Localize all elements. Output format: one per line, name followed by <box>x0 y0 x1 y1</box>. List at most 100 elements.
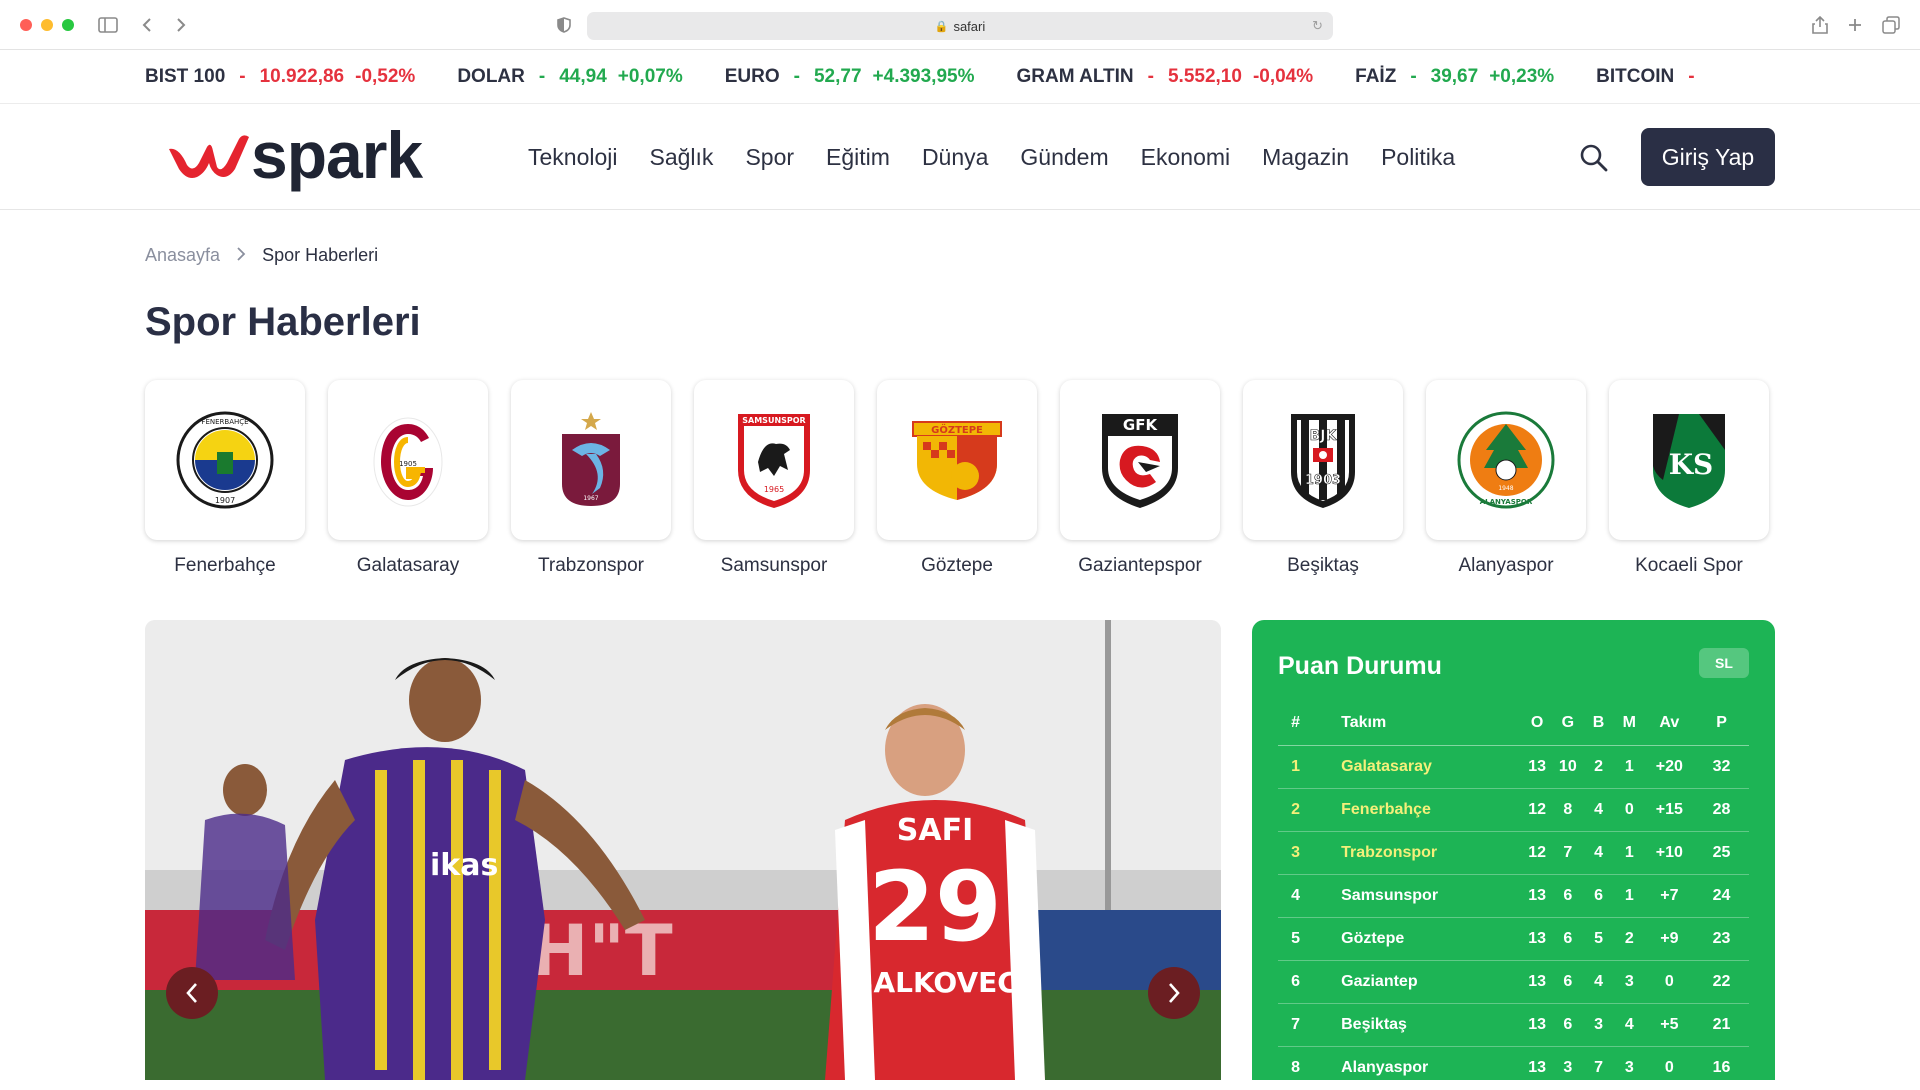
ticker-item[interactable]: BITCOIN - <box>1596 66 1719 88</box>
row-won: 6 <box>1552 960 1584 1004</box>
col-points: P <box>1694 702 1749 746</box>
svg-text:ALANYASPOR: ALANYASPOR <box>1480 498 1533 506</box>
table-row[interactable]: 7 Beşiktaş 13 6 3 4 +5 21 <box>1278 1003 1749 1047</box>
back-icon[interactable] <box>136 14 158 36</box>
kocaelispor-logo: KS <box>1609 380 1769 540</box>
search-button[interactable] <box>1578 142 1610 174</box>
trend-dash-icon: - <box>793 65 800 87</box>
row-average: +5 <box>1644 1003 1695 1047</box>
team-card-besiktas[interactable]: BJK 1903 Beşiktaş <box>1243 380 1403 577</box>
logo-text: spark <box>251 118 423 192</box>
hero-carousel[interactable]: ALİH"T ikas SAFI 29 BALKOVEC <box>145 620 1221 1080</box>
row-played: 13 <box>1521 874 1553 918</box>
svg-text:GÖZTEPE: GÖZTEPE <box>931 422 983 436</box>
standings-title: Puan Durumu <box>1278 652 1442 680</box>
nav-item-politika[interactable]: Politika <box>1381 144 1455 171</box>
row-team: Gaziantep <box>1313 960 1522 1004</box>
svg-text:1907: 1907 <box>215 496 235 505</box>
breadcrumb-home-link[interactable]: Anasayfa <box>145 245 220 266</box>
team-name: Beşiktaş <box>1287 555 1359 576</box>
samsunspor-logo: SAMSUNSPOR 1965 <box>694 380 854 540</box>
row-rank: 7 <box>1278 1003 1314 1047</box>
maximize-window-button[interactable] <box>62 19 74 31</box>
share-icon[interactable] <box>1809 14 1831 36</box>
ticker-name: EURO <box>724 65 780 87</box>
team-card-samsunspor[interactable]: SAMSUNSPOR 1965 Samsunspor <box>694 380 854 577</box>
tab-overview-icon[interactable] <box>1880 14 1902 36</box>
table-row[interactable]: 2 Fenerbahçe 12 8 4 0 +15 28 <box>1278 788 1749 832</box>
carousel-next-button[interactable] <box>1148 967 1200 1019</box>
team-card-gaziantepspor[interactable]: GFK Gaziantepspor <box>1060 380 1220 577</box>
row-points: 21 <box>1694 1003 1749 1047</box>
ticker-change: -0,04% <box>1252 65 1314 87</box>
minimize-window-button[interactable] <box>41 19 53 31</box>
team-name: Göztepe <box>921 555 993 576</box>
row-average: 0 <box>1644 960 1695 1004</box>
new-tab-icon[interactable] <box>1844 14 1866 36</box>
table-row[interactable]: 4 Samsunspor 13 6 6 1 +7 24 <box>1278 874 1749 918</box>
nav-item-dunya[interactable]: Dünya <box>922 144 988 171</box>
fenerbahce-logo: FENERBAHÇE 1907 <box>145 380 305 540</box>
ticker-name: BIST 100 <box>145 65 226 87</box>
ticker-name: GRAM ALTIN <box>1016 65 1134 87</box>
forward-icon[interactable] <box>170 14 192 36</box>
svg-text:1965: 1965 <box>764 485 784 494</box>
gaziantepspor-logo: GFK <box>1060 380 1220 540</box>
team-list: FENERBAHÇE 1907 Fenerbahçe 1905 Galatasa… <box>145 380 1769 577</box>
nav-item-egitim[interactable]: Eğitim <box>826 144 890 171</box>
row-average: +15 <box>1644 788 1695 832</box>
nav-item-ekonomi[interactable]: Ekonomi <box>1141 144 1230 171</box>
svg-text:GFK: GFK <box>1123 416 1159 434</box>
carousel-prev-button[interactable] <box>166 967 218 1019</box>
team-card-goztepe[interactable]: GÖZTEPE Göztepe <box>877 380 1037 577</box>
nav-item-gundem[interactable]: Gündem <box>1020 144 1108 171</box>
svg-text:1903: 1903 <box>1305 473 1341 488</box>
table-row[interactable]: 1 Galatasaray 13 10 2 1 +20 32 <box>1278 745 1749 789</box>
row-played: 13 <box>1521 960 1553 1004</box>
table-row[interactable]: 8 Alanyaspor 13 3 7 3 0 16 <box>1278 1046 1749 1090</box>
jersey-number: 29 <box>868 851 1002 963</box>
row-lost: 1 <box>1613 831 1645 875</box>
ticker-item[interactable]: EURO -52,77 +4.393,95% <box>725 66 975 88</box>
nav-item-saglik[interactable]: Sağlık <box>650 144 714 171</box>
row-rank: 6 <box>1278 960 1314 1004</box>
team-card-kocaelispor[interactable]: KS Kocaeli Spor <box>1609 380 1769 577</box>
row-team: Fenerbahçe <box>1313 788 1522 832</box>
team-name: Kocaeli Spor <box>1635 555 1743 576</box>
reload-icon[interactable]: ↻ <box>1312 18 1323 34</box>
league-badge[interactable]: SL <box>1699 648 1749 678</box>
team-card-galatasaray[interactable]: 1905 Galatasaray <box>328 380 488 577</box>
table-row[interactable]: 3 Trabzonspor 12 7 4 1 +10 25 <box>1278 831 1749 875</box>
team-card-trabzonspor[interactable]: 1967 Trabzonspor <box>511 380 671 577</box>
login-button[interactable]: Giriş Yap <box>1641 128 1775 186</box>
address-text: safari <box>953 18 986 34</box>
sidebar-toggle-icon[interactable] <box>97 14 119 36</box>
nav-item-teknoloji[interactable]: Teknoloji <box>528 144 618 171</box>
team-card-fenerbahce[interactable]: FENERBAHÇE 1907 Fenerbahçe <box>145 380 305 577</box>
address-bar[interactable]: 🔒 safari ↻ <box>587 12 1333 40</box>
ticker-item[interactable]: DOLAR -44,94 +0,07% <box>457 66 682 88</box>
ticker-item[interactable]: BIST 100-10.922,86 -0,52% <box>145 66 415 88</box>
row-average: +20 <box>1644 745 1695 789</box>
row-rank: 8 <box>1278 1046 1314 1090</box>
svg-text:SAMSUNSPOR: SAMSUNSPOR <box>742 416 805 425</box>
row-average: +9 <box>1644 917 1695 961</box>
nav-item-magazin[interactable]: Magazin <box>1262 144 1349 171</box>
close-window-button[interactable] <box>20 19 32 31</box>
galatasaray-logo: 1905 <box>328 380 488 540</box>
team-name: Galatasaray <box>356 555 460 576</box>
row-drawn: 5 <box>1583 917 1614 961</box>
chevron-right-icon <box>236 245 246 266</box>
team-card-alanyaspor[interactable]: 1948 ALANYASPOR Alanyaspor <box>1426 380 1586 577</box>
ticker-item[interactable]: FAİZ -39,67 +0,23% <box>1355 66 1554 88</box>
ticker-item[interactable]: GRAM ALTIN -5.552,10 -0,04% <box>1016 66 1313 88</box>
row-points: 23 <box>1694 917 1749 961</box>
table-row[interactable]: 5 Göztepe 13 6 5 2 +9 23 <box>1278 917 1749 961</box>
row-points: 22 <box>1694 960 1749 1004</box>
privacy-shield-icon[interactable] <box>553 14 575 36</box>
trend-dash-icon: - <box>239 65 246 87</box>
nav-item-spor[interactable]: Spor <box>745 144 794 171</box>
site-logo[interactable]: spark <box>165 118 423 192</box>
table-row[interactable]: 6 Gaziantep 13 6 4 3 0 22 <box>1278 960 1749 1004</box>
svg-text:BJK: BJK <box>1310 428 1338 444</box>
